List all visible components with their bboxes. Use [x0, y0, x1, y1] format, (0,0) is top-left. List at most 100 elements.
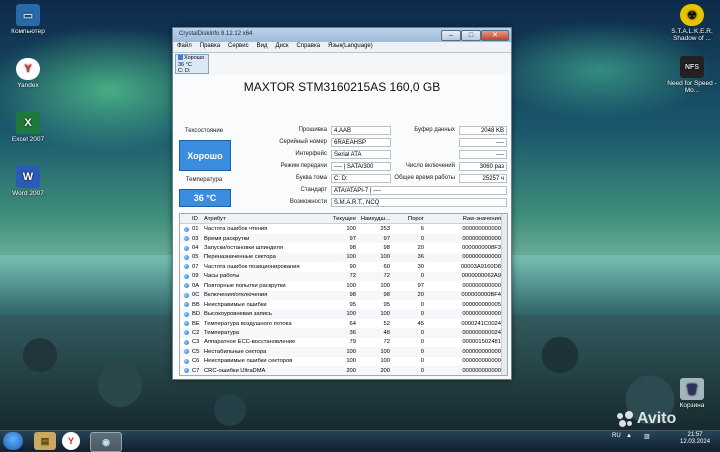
desktop-icon-excel[interactable]: X Excel 2007	[0, 112, 56, 143]
blank-value-1: ----	[459, 138, 507, 147]
cell-id: 09	[192, 273, 199, 280]
table-row[interactable]: 03 Время раскрутки 97 97 0 000000000000	[180, 233, 507, 244]
cell-attribute: Аппаратное ECC-восстановление	[204, 339, 296, 346]
status-dot-icon	[183, 321, 189, 327]
cell-id: BD	[192, 311, 201, 318]
status-dot-icon	[183, 254, 189, 260]
cell-current: 72	[349, 273, 356, 280]
menu-edit[interactable]: Правка	[196, 42, 224, 50]
table-row[interactable]: 09 Часы работы 72 72 0 0000000062A9	[180, 271, 507, 282]
cell-worst: 98	[383, 245, 390, 252]
table-row[interactable]: BE Температура воздушного потока 64 52 45 000…	[180, 319, 507, 328]
cell-raw: 000000000000	[462, 282, 501, 289]
table-row[interactable]: BD Высокоуровневая запись 100 100 0 000000000…	[180, 309, 507, 319]
menu-view[interactable]: Вид	[253, 42, 272, 50]
desktop-icon-computer[interactable]: ▭ Компьютер	[0, 4, 56, 35]
cell-worst: 98	[383, 292, 390, 299]
power-on-count-value: 3060 раз	[459, 162, 507, 171]
health-status-badge[interactable]: Хорошо	[179, 140, 231, 171]
tray-arrow-icon[interactable]: ▲	[626, 433, 632, 439]
firmware-label: Прошивка	[298, 127, 327, 133]
table-row[interactable]: BB Неисправимые ошибки 95 95 0 000000000005	[180, 300, 507, 309]
cell-threshold: 0	[420, 311, 424, 318]
desktop-icon-nfs[interactable]: NFS Need for Speed - Mo...	[664, 56, 720, 94]
table-row[interactable]: 05 Переназначенные сектора 100 100 36 0000000…	[180, 252, 507, 263]
menu-language[interactable]: Язык(Language)	[324, 42, 377, 50]
desktop-icon-yandex[interactable]: Y Yandex	[0, 58, 56, 89]
desktop-icon-word[interactable]: W Word 2007	[0, 166, 56, 197]
table-row[interactable]: 07 Частота ошибок позиционирования 90 60 30 0…	[180, 262, 507, 271]
cell-current: 100	[346, 348, 356, 355]
status-dot-icon	[183, 283, 189, 289]
table-row[interactable]: C5 Нестабильные сектора 100 100 0 00000000000…	[180, 347, 507, 357]
disk-tab[interactable]: Хорошо 36 °C C: D:	[175, 54, 209, 74]
cell-worst: 60	[383, 263, 390, 270]
cell-current: 100	[346, 358, 356, 365]
start-button[interactable]	[3, 432, 23, 450]
smart-attributes-table[interactable]: ID Атрибут Текущее Наихудш... Порог Raw-…	[179, 213, 508, 376]
drive-letter-value: C: D:	[331, 174, 391, 183]
cell-current: 100	[346, 282, 356, 289]
table-scrollbar[interactable]	[501, 214, 507, 375]
menu-file[interactable]: Файл	[173, 42, 196, 50]
cell-id: C3	[192, 339, 200, 346]
crystaldiskinfo-window[interactable]: CrystalDiskInfo 8.12.12 x64 – □ ✕ Файл Пр…	[172, 27, 512, 380]
cell-threshold: 0	[420, 273, 424, 280]
language-indicator[interactable]: RU	[612, 433, 621, 439]
cell-attribute: Повторные попытки раскрутки	[204, 282, 286, 289]
cell-attribute: Запуски/остановки шпинделя	[204, 245, 283, 252]
cell-current: 97	[349, 235, 356, 242]
word-icon: W	[16, 166, 40, 188]
desktop-icon-stalker[interactable]: ☢ S.T.A.L.K.E.R. Shadow of ...	[664, 4, 720, 42]
col-current[interactable]: Текущее	[325, 216, 359, 222]
table-row[interactable]: 0C Включения/отключения 98 98 20 000000000BF4	[180, 290, 507, 300]
table-header: ID Атрибут Текущее Наихудш... Порог Raw-…	[180, 214, 507, 225]
status-square-icon	[178, 55, 183, 61]
nfs-icon: NFS	[680, 56, 704, 78]
cell-raw: 000000000024	[462, 329, 501, 336]
col-worst[interactable]: Наихудш...	[359, 216, 393, 222]
table-row[interactable]: C3 Аппаратное ECC-восстановление 79 72 0 0000…	[180, 338, 507, 347]
explorer-taskbar-icon[interactable]: ▤	[34, 432, 56, 450]
col-id[interactable]: ID	[192, 216, 204, 222]
menu-disk[interactable]: Диск	[271, 42, 292, 50]
avito-watermark: Avito	[617, 410, 676, 428]
standard-value: ATA/ATAPI-7 | ----	[331, 186, 507, 195]
close-button[interactable]: ✕	[481, 30, 509, 41]
desktop-icon-recycle-bin[interactable]: 🗑 Корзина	[664, 378, 720, 409]
clock[interactable]: 21:57 12.03.2024	[680, 432, 710, 446]
yandex-taskbar-icon[interactable]: Y	[62, 432, 80, 450]
table-row[interactable]: C7 CRC-ошибки UltraDMA 200 200 0 000000000000	[180, 366, 507, 375]
table-row[interactable]: C8Частота ошибок записи10025300000000000…	[180, 375, 507, 376]
minimize-button[interactable]: –	[441, 30, 461, 41]
col-threshold[interactable]: Порог	[393, 216, 427, 222]
cell-attribute: Неисправимые ошибки	[204, 301, 267, 308]
crystaldiskinfo-taskbar-icon[interactable]: ◉	[90, 432, 122, 452]
menu-service[interactable]: Сервис	[224, 42, 253, 50]
cell-threshold: 20	[417, 292, 424, 299]
menu-help[interactable]: Справка	[293, 42, 325, 50]
col-raw[interactable]: Raw-значения	[427, 216, 507, 222]
cell-raw: 000000000005	[462, 301, 501, 308]
table-row[interactable]: 04 Запуски/остановки шпинделя 98 98 20 000000…	[180, 243, 507, 252]
cell-threshold: 0	[420, 348, 424, 355]
taskbar: ▤ Y ◉ RU ▲ ▥ 21:57 12.03.2024	[0, 430, 720, 452]
interface-value: Serial ATA	[331, 150, 391, 159]
cell-raw: 0000000062A9	[461, 273, 501, 280]
col-attribute[interactable]: Атрибут	[204, 216, 325, 222]
table-row[interactable]: 0A Повторные попытки раскрутки 100 100 97 000…	[180, 281, 507, 290]
cell-current: 100	[346, 254, 356, 261]
transfer-mode-label: Режим передачи	[280, 163, 327, 169]
cell-raw: 000000000000	[462, 348, 501, 355]
maximize-button[interactable]: □	[461, 30, 481, 41]
cell-raw: 000000000000	[462, 226, 501, 233]
buffer-label: Буфер данных	[414, 127, 455, 133]
table-row[interactable]: C6 Неисправимые ошибки секторов 100 100 0 000…	[180, 357, 507, 366]
table-row[interactable]: C2 Температура 36 48 0 000000000024	[180, 328, 507, 338]
title-bar[interactable]: CrystalDiskInfo 8.12.12 x64 – □ ✕	[173, 28, 511, 42]
status-dot-icon	[183, 349, 189, 355]
cell-current: 64	[349, 320, 356, 327]
table-row[interactable]: 01 Частота ошибок чтения 100 253 6 0000000000…	[180, 224, 507, 233]
cell-id: 05	[192, 254, 199, 261]
network-icon[interactable]: ▥	[644, 433, 650, 440]
